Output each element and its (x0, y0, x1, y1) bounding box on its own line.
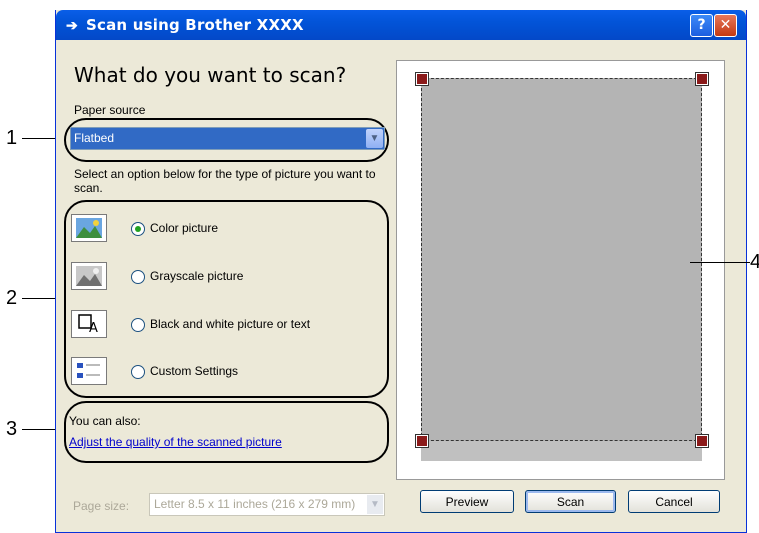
callout-1: 1 (6, 127, 18, 149)
page-size-label: Page size: (73, 499, 130, 513)
paper-source-label: Paper source (74, 103, 146, 117)
grayscale-picture-icon[interactable] (71, 262, 107, 290)
window-title: Scan using Brother XXXX (86, 16, 304, 34)
dialog-heading: What do you want to scan? (74, 63, 347, 87)
custom-settings-label[interactable]: Custom Settings (150, 364, 238, 378)
crop-handle-top-right[interactable] (695, 72, 709, 86)
black-white-text-icon[interactable]: A (71, 310, 107, 338)
title-bar[interactable]: ➔ Scan using Brother XXXX ? ✕ (56, 10, 746, 40)
callout-3: 3 (6, 418, 18, 440)
scan-arrow-icon: ➔ (66, 17, 78, 33)
callout-2: 2 (6, 287, 18, 309)
grayscale-picture-radio[interactable] (131, 270, 145, 284)
black-white-label[interactable]: Black and white picture or text (150, 317, 310, 331)
also-label: You can also: (69, 414, 141, 428)
black-white-radio[interactable] (131, 318, 145, 332)
preview-area[interactable] (396, 60, 725, 480)
callout-4: 4 (750, 251, 759, 273)
scan-dialog: ➔ Scan using Brother XXXX ? ✕ What do yo… (55, 10, 747, 533)
preview-button[interactable]: Preview (420, 490, 514, 513)
custom-settings-icon[interactable] (71, 357, 107, 385)
crop-handle-top-left[interactable] (415, 72, 429, 86)
crop-handle-bottom-right[interactable] (695, 434, 709, 448)
close-button[interactable]: ✕ (714, 14, 737, 37)
page-size-value: Letter 8.5 x 11 inches (216 x 279 mm) (154, 497, 356, 511)
crop-handle-bottom-left[interactable] (415, 434, 429, 448)
chevron-down-icon[interactable]: ▼ (366, 129, 383, 148)
color-picture-radio[interactable] (131, 222, 145, 236)
color-picture-label[interactable]: Color picture (150, 221, 218, 235)
help-button[interactable]: ? (690, 14, 713, 37)
custom-settings-radio[interactable] (131, 365, 145, 379)
paper-source-select[interactable]: Flatbed ▼ (70, 127, 385, 150)
scan-button[interactable]: Scan (525, 490, 616, 513)
chevron-down-icon[interactable]: ▼ (367, 495, 383, 514)
color-picture-icon[interactable] (71, 214, 107, 242)
instructions-text: Select an option below for the type of p… (74, 167, 376, 195)
paper-source-value: Flatbed (74, 131, 115, 145)
callout-4-line (690, 262, 750, 263)
crop-rectangle[interactable] (421, 78, 702, 441)
also-highlight (64, 401, 389, 463)
page-size-select[interactable]: Letter 8.5 x 11 inches (216 x 279 mm) ▼ (149, 493, 385, 516)
adjust-quality-link[interactable]: Adjust the quality of the scanned pictur… (69, 435, 282, 449)
svg-text:A: A (89, 321, 98, 334)
cancel-button[interactable]: Cancel (628, 490, 720, 513)
grayscale-picture-label[interactable]: Grayscale picture (150, 269, 243, 283)
